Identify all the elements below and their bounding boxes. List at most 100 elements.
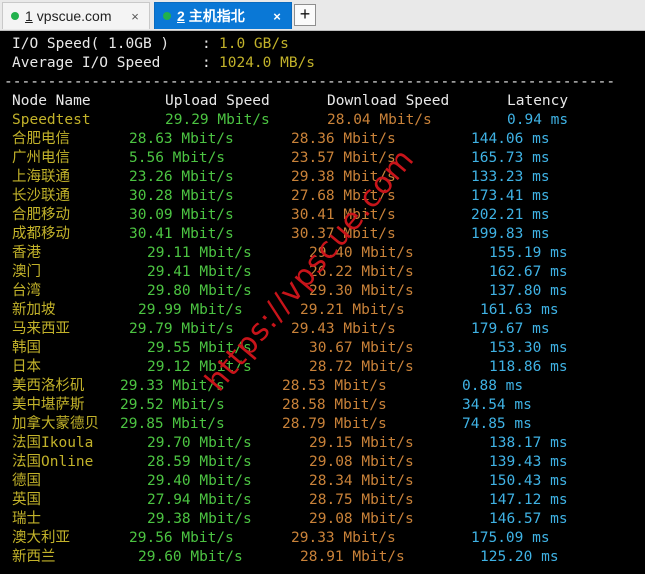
upload-speed: 29.55 Mbit/s [147,340,252,356]
download-speed: 28.04 Mbit/s [327,112,432,128]
upload-speed: 29.41 Mbit/s [147,264,252,280]
download-speed: 29.08 Mbit/s [309,511,414,527]
latency-value: 199.83 ms [471,226,550,242]
node-name: 广州电信 [12,150,70,166]
avg-io-speed-line: Average I/O Speed : 1024.0 MB/s [0,54,315,73]
separator-line: ----------------------------------------… [0,73,615,92]
upload-speed: 28.63 Mbit/s [129,131,234,147]
node-name: 英国 [12,492,41,508]
node-name: 韩国 [12,340,41,356]
node-name: 新加坡 [12,302,56,318]
node-name: 上海联通 [12,169,70,185]
latency-value: 146.57 ms [489,511,568,527]
latency-value: 162.67 ms [489,264,568,280]
node-name: 澳门 [12,264,41,280]
latency-value: 150.43 ms [489,473,568,489]
node-name: 日本 [12,359,41,375]
download-speed: 29.30 Mbit/s [309,283,414,299]
download-speed: 28.91 Mbit/s [300,549,405,565]
download-speed: 28.72 Mbit/s [309,359,414,375]
header-upload-speed: Upload Speed [165,93,270,109]
node-name: 合肥电信 [12,131,70,147]
upload-speed: 30.28 Mbit/s [129,188,234,204]
tab-vpscue[interactable]: 1 vpscue.com × [2,2,150,29]
latency-value: 161.63 ms [480,302,559,318]
avg-io-speed-separator: : [202,55,211,71]
download-speed: 26.22 Mbit/s [309,264,414,280]
node-name: 新西兰 [12,549,56,565]
upload-speed: 29.38 Mbit/s [147,511,252,527]
terminal-output[interactable]: I/O Speed( 1.0GB ) : 1.0 GB/s Average I/… [0,31,645,574]
upload-speed: 29.12 Mbit/s [147,359,252,375]
upload-speed: 23.26 Mbit/s [129,169,234,185]
download-speed: 30.41 Mbit/s [291,207,396,223]
download-speed: 29.21 Mbit/s [300,302,405,318]
io-speed-label: I/O Speed( 1.0GB ) [12,36,170,52]
new-tab-button[interactable]: + [294,4,316,26]
upload-speed: 29.56 Mbit/s [129,530,234,546]
latency-value: 74.85 ms [462,416,532,432]
node-name: 合肥移动 [12,207,70,223]
latency-value: 173.41 ms [471,188,550,204]
latency-value: 133.23 ms [471,169,550,185]
upload-speed: 29.70 Mbit/s [147,435,252,451]
upload-speed: 29.52 Mbit/s [120,397,225,413]
upload-speed: 29.29 Mbit/s [165,112,270,128]
node-name: 澳大利亚 [12,530,70,546]
latency-value: 179.67 ms [471,321,550,337]
close-icon[interactable]: × [127,9,143,24]
upload-speed: 27.94 Mbit/s [147,492,252,508]
tab-number: 2 [177,8,185,24]
avg-io-speed-label: Average I/O Speed [12,55,161,71]
download-speed: 28.79 Mbit/s [282,416,387,432]
upload-speed: 30.09 Mbit/s [129,207,234,223]
node-name: Speedtest [12,112,91,128]
upload-speed: 29.99 Mbit/s [138,302,243,318]
latency-value: 202.21 ms [471,207,550,223]
separator-dashes: ----------------------------------------… [4,74,616,90]
download-speed: 28.53 Mbit/s [282,378,387,394]
upload-speed: 29.80 Mbit/s [147,283,252,299]
tab-title: 主机指北 [188,8,245,24]
download-speed: 29.08 Mbit/s [309,454,414,470]
node-name: 成都移动 [12,226,70,242]
download-speed: 28.75 Mbit/s [309,492,414,508]
node-name: 长沙联通 [12,188,70,204]
node-name: 马来西亚 [12,321,70,337]
node-name: 瑞士 [12,511,41,527]
io-speed-value: 1.0 GB/s [219,36,289,52]
tab-title: vpscue.com [36,8,112,24]
node-name: 德国 [12,473,41,489]
table-header: Node Name Upload Speed Download Speed La… [0,92,568,111]
header-latency: Latency [507,93,569,109]
latency-value: 0.88 ms [462,378,524,394]
close-icon[interactable]: × [269,9,285,24]
download-speed: 28.36 Mbit/s [291,131,396,147]
tab-zhujizhibei[interactable]: 2 主机指北 × [154,2,292,29]
upload-speed: 29.40 Mbit/s [147,473,252,489]
latency-value: 137.80 ms [489,283,568,299]
connected-status-icon [11,12,19,20]
upload-speed: 5.56 Mbit/s [129,150,226,166]
node-name: 加拿大蒙德贝 [12,416,99,432]
upload-speed: 29.60 Mbit/s [138,549,243,565]
download-speed: 30.67 Mbit/s [309,340,414,356]
header-download-speed: Download Speed [327,93,450,109]
latency-value: 139.43 ms [489,454,568,470]
download-speed: 29.43 Mbit/s [291,321,396,337]
download-speed: 29.15 Mbit/s [309,435,414,451]
tab-number: 1 [25,8,33,24]
tab-bar: 1 vpscue.com × 2 主机指北 × + [0,0,645,31]
latency-value: 165.73 ms [471,150,550,166]
upload-speed: 29.85 Mbit/s [120,416,225,432]
latency-value: 153.30 ms [489,340,568,356]
download-speed: 29.40 Mbit/s [309,245,414,261]
avg-io-speed-value: 1024.0 MB/s [219,55,316,71]
download-speed: 30.37 Mbit/s [291,226,396,242]
upload-speed: 29.33 Mbit/s [120,378,225,394]
latency-value: 118.86 ms [489,359,568,375]
latency-value: 0.94 ms [507,112,569,128]
download-speed: 27.68 Mbit/s [291,188,396,204]
node-name: 法国Ikoula [12,435,94,451]
upload-speed: 30.41 Mbit/s [129,226,234,242]
